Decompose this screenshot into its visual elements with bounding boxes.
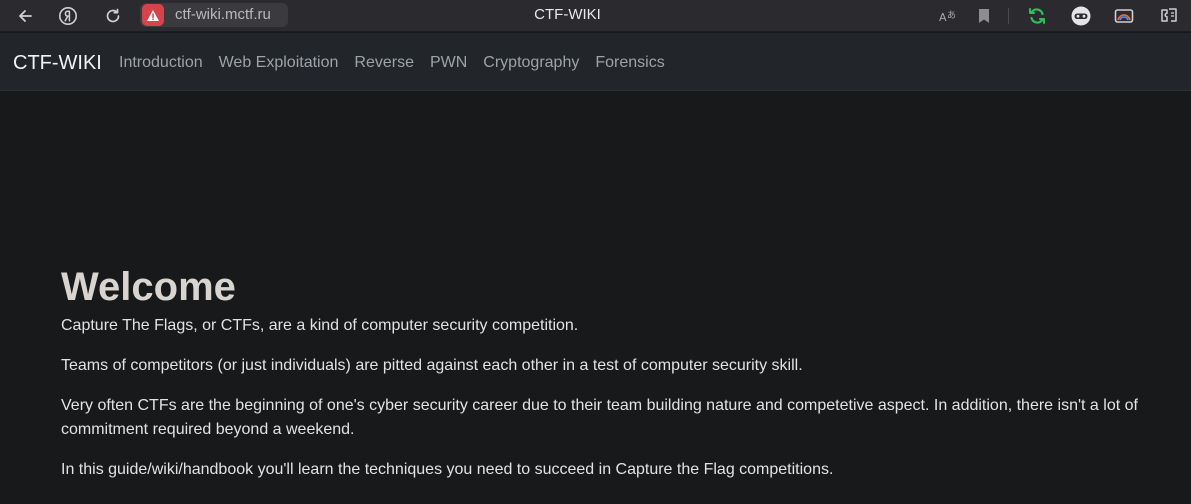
svg-text:A: A	[939, 11, 947, 24]
brand-logo[interactable]: CTF-WIKI	[13, 52, 102, 75]
teams-paragraph: Teams of competitors (or just individual…	[61, 357, 803, 374]
nav-link-forensics[interactable]: Forensics	[595, 54, 664, 72]
article: Welcome Capture The Flags, or CTFs, are …	[61, 264, 1151, 482]
sync-icon[interactable]	[1024, 3, 1050, 29]
nav-link-cryptography[interactable]: Cryptography	[483, 54, 579, 72]
tab-title: CTF-WIKI	[534, 6, 601, 23]
svg-text:あ: あ	[947, 10, 956, 21]
vpn-mask-icon[interactable]	[1068, 3, 1094, 29]
nav-link-reverse[interactable]: Reverse	[354, 54, 414, 72]
bookmark-icon[interactable]	[971, 3, 997, 29]
toolbar-divider	[1008, 8, 1009, 24]
media-icon[interactable]	[1111, 3, 1137, 29]
site-navbar: CTF-WIKI Introduction Web Exploitation R…	[0, 33, 1191, 91]
intro-paragraph: Capture The Flags, or CTFs, are a kind o…	[61, 317, 579, 334]
browser-toolbar: ctf-wiki.mctf.ru CTF-WIKI Aあ	[0, 0, 1191, 32]
nav-link-pwn[interactable]: PWN	[430, 54, 467, 72]
page-title: Welcome	[61, 265, 236, 309]
nav-link-web-exploitation[interactable]: Web Exploitation	[219, 54, 339, 72]
nav-links: Introduction Web Exploitation Reverse PW…	[119, 54, 665, 72]
extensions-icon[interactable]	[1156, 3, 1182, 29]
main-content: Welcome Capture The Flags, or CTFs, are …	[0, 92, 1191, 504]
career-paragraph: Very often CTFs are the beginning of one…	[61, 397, 1138, 438]
nav-link-introduction[interactable]: Introduction	[119, 54, 203, 72]
guide-paragraph: In this guide/wiki/handbook you'll learn…	[61, 461, 834, 478]
translate-icon[interactable]: Aあ	[935, 3, 961, 29]
